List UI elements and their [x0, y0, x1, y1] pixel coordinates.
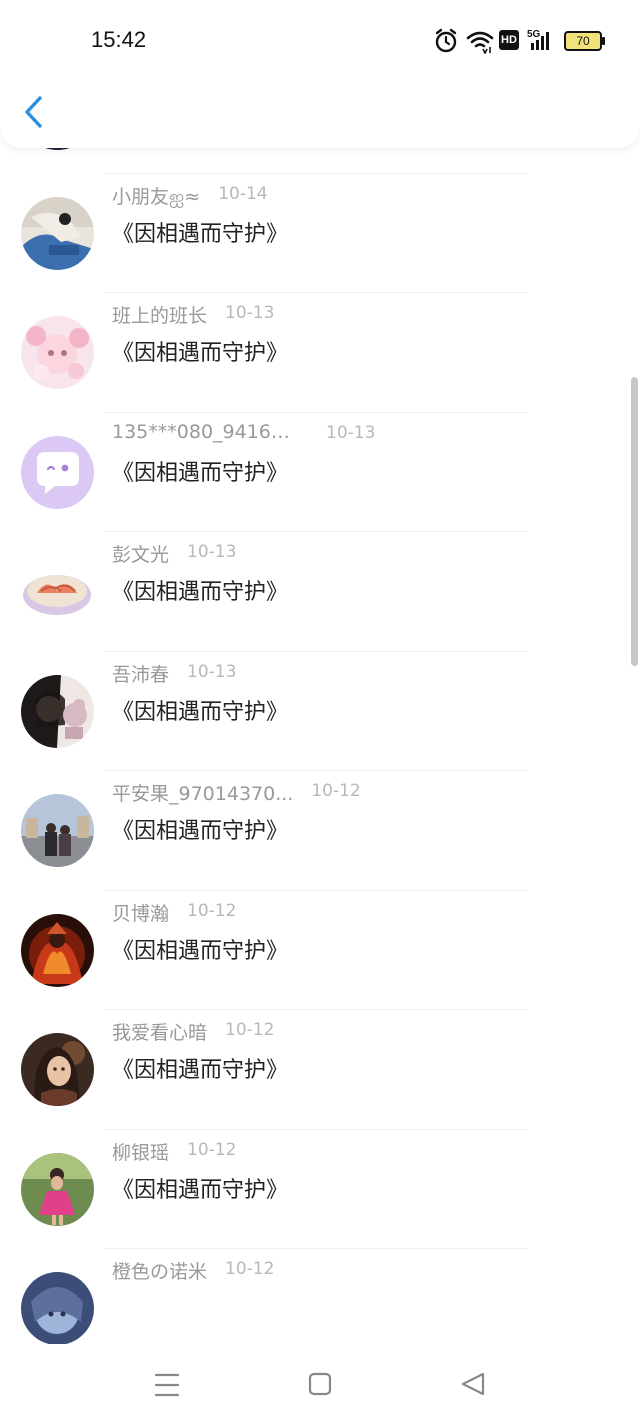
- avatar-image: [21, 794, 94, 867]
- top-bar: 15:42 HD 5G 70: [0, 0, 640, 148]
- avatar-image: [21, 1272, 94, 1344]
- list-item[interactable]: 柳银瑶 10-12 《因相遇而守护》: [0, 1130, 640, 1249]
- avatar[interactable]: [21, 555, 94, 628]
- username[interactable]: 我爱看心暗: [112, 1018, 207, 1045]
- list-item[interactable]: 135***080_94161... 10-13 《因相遇而守护》: [0, 413, 640, 532]
- list-item[interactable]: 彭文光 10-13 《因相遇而守护》: [0, 532, 640, 652]
- alarm-icon: [434, 28, 458, 58]
- list-item[interactable]: 橙色の诺米 10-12: [0, 1249, 640, 1344]
- avatar-image: [21, 555, 94, 628]
- book-title[interactable]: 《因相遇而守护》: [112, 216, 288, 248]
- date: 10-13: [326, 422, 376, 443]
- avatar-image: [21, 913, 94, 987]
- list-item[interactable]: 班上的班长 10-13 《因相遇而守护》: [0, 293, 640, 413]
- date: 10-12: [311, 781, 361, 801]
- avatar[interactable]: [21, 148, 94, 150]
- date: 10-12: [225, 1020, 275, 1040]
- system-nav-bar: [0, 1344, 640, 1422]
- status-time: 15:42: [91, 27, 147, 52]
- avatar[interactable]: [21, 913, 94, 987]
- username[interactable]: 贝博瀚: [112, 899, 169, 926]
- list-item[interactable]: 贝博瀚 10-12 《因相遇而守护》: [0, 891, 640, 1010]
- avatar[interactable]: [21, 794, 94, 867]
- book-title[interactable]: 《因相遇而守护》: [112, 574, 288, 606]
- scrollbar-thumb[interactable]: [631, 377, 638, 666]
- battery-icon: 70: [564, 31, 605, 51]
- comment-list[interactable]: 《因相遇而守护》小朋友ஐ≈10-14《因相遇而守护》班上的班长10-13《因相遇…: [0, 148, 640, 1344]
- list-item[interactable]: 平安果_97014370... 10-12 《因相遇而守护》: [0, 771, 640, 891]
- book-title[interactable]: 《因相遇而守护》: [112, 335, 288, 367]
- date: 10-12: [225, 1259, 275, 1279]
- list-item[interactable]: 小朋友ஐ≈ 10-14 《因相遇而守护》: [0, 174, 640, 293]
- username[interactable]: 135***080_94161...: [112, 421, 298, 443]
- home-square-icon: [308, 1372, 332, 1396]
- avatar-image: [21, 674, 94, 748]
- hd-icon: HD: [499, 30, 519, 50]
- date: 10-13: [187, 542, 237, 562]
- book-title[interactable]: 《因相遇而守护》: [112, 694, 288, 726]
- avatar[interactable]: [21, 674, 94, 748]
- avatar-image: [21, 1033, 94, 1106]
- username[interactable]: 小朋友ஐ≈: [112, 182, 200, 211]
- username[interactable]: 彭文光: [112, 540, 169, 567]
- date: 10-12: [187, 1139, 237, 1160]
- system-back-button[interactable]: [453, 1366, 493, 1406]
- book-title[interactable]: 《因相遇而守护》: [112, 933, 288, 965]
- battery-level: 70: [576, 34, 590, 48]
- username[interactable]: 吾沛春: [112, 660, 169, 687]
- date: 10-14: [218, 183, 268, 204]
- avatar-image: [21, 435, 94, 509]
- username[interactable]: 平安果_97014370...: [112, 779, 293, 806]
- book-title[interactable]: 《因相遇而守护》: [112, 1052, 288, 1084]
- back-chevron-icon: [25, 96, 42, 128]
- book-title[interactable]: 《因相遇而守护》: [112, 1172, 288, 1204]
- avatar-image: [21, 316, 94, 389]
- avatar[interactable]: [21, 1272, 94, 1344]
- svg-text:5G: 5G: [527, 29, 541, 40]
- avatar[interactable]: [21, 196, 94, 270]
- wifi-icon: [466, 30, 494, 58]
- avatar[interactable]: [21, 1033, 94, 1106]
- back-button[interactable]: [16, 90, 56, 136]
- avatar-image: [21, 196, 94, 270]
- back-triangle-icon: [461, 1372, 485, 1396]
- home-button[interactable]: [300, 1366, 340, 1406]
- menu-button[interactable]: [147, 1366, 187, 1406]
- menu-icon: [154, 1373, 180, 1397]
- avatar[interactable]: [21, 435, 94, 509]
- list-item[interactable]: 《因相遇而守护》: [0, 148, 640, 174]
- avatar-image: [21, 1152, 94, 1226]
- date: 10-13: [225, 303, 275, 323]
- date: 10-12: [187, 900, 237, 921]
- book-title[interactable]: 《因相遇而守护》: [112, 813, 288, 845]
- date: 10-13: [187, 661, 237, 682]
- avatar-image: [21, 148, 94, 150]
- avatar[interactable]: [21, 316, 94, 389]
- username[interactable]: 橙色の诺米: [112, 1257, 207, 1284]
- scrollbar[interactable]: [626, 148, 640, 1344]
- list-item[interactable]: 我爱看心暗 10-12 《因相遇而守护》: [0, 1010, 640, 1130]
- signal-5g-icon: 5G: [527, 28, 553, 56]
- screen: 《因相遇而守护》小朋友ஐ≈10-14《因相遇而守护》班上的班长10-13《因相遇…: [0, 0, 640, 1422]
- comment-list-content: 《因相遇而守护》小朋友ஐ≈10-14《因相遇而守护》班上的班长10-13《因相遇…: [0, 148, 640, 1344]
- avatar[interactable]: [21, 1152, 94, 1226]
- book-title[interactable]: 《因相遇而守护》: [112, 455, 288, 487]
- username[interactable]: 柳银瑶: [112, 1138, 169, 1165]
- list-item[interactable]: 吾沛春 10-13 《因相遇而守护》: [0, 652, 640, 771]
- username[interactable]: 班上的班长: [112, 301, 207, 328]
